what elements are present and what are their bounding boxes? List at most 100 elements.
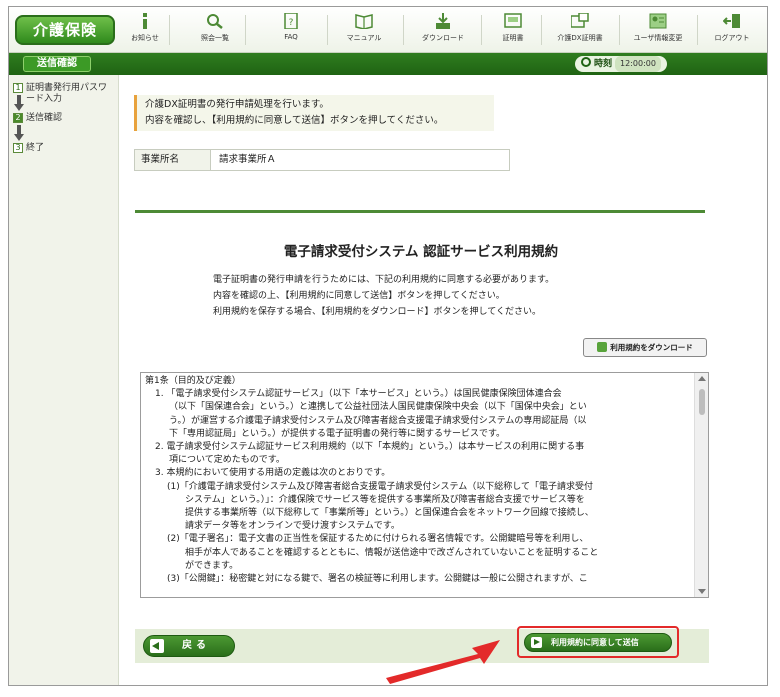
app-window: 介護保険 お知らせ 照会一覧 ? FAQ マニュアル ダウンロード 証明書 介護… (8, 6, 768, 686)
step-arrow-down-icon (14, 134, 24, 141)
terms-line: 提供する事業所等（以下総称して「事業所等」という。）と国保連合会をネットワーク回… (185, 508, 594, 519)
agree-and-submit-button[interactable]: 利用規約に同意して送信 (524, 633, 672, 652)
scroll-down-icon[interactable] (698, 589, 706, 594)
section-divider (135, 210, 705, 213)
intro-line: 利用規約を保存する場合、【利用規約をダウンロード】ボタンを押してください。 (213, 307, 541, 317)
terms-line: 請求データ等をオンラインで受け渡すシステムです。 (185, 521, 400, 532)
step-number: 3 (13, 143, 23, 153)
terms-line: ができます。 (185, 560, 239, 571)
nav-divider (403, 15, 404, 45)
nav-divider (697, 15, 698, 45)
step-2: 2 送信確認 (13, 113, 110, 124)
terms-scrollbar[interactable] (694, 373, 708, 597)
terms-line: (2)「電子署名」：電子文書の正当性を保証するために付けられる署名情報です。公開… (167, 534, 589, 545)
office-name-value: 請求事業所Ａ (219, 154, 277, 165)
manual-icon (355, 14, 373, 29)
scroll-thumb[interactable] (699, 389, 705, 415)
logout-icon (723, 14, 740, 28)
step-label: 証明書発行用パスワード入力 (26, 83, 108, 104)
terms-text: 第1条（目的及び定義） 1. 「電子請求受付システム認証サービス」（以下「本サー… (145, 375, 691, 586)
intro-line: 内容を確認の上、【利用規約に同意して送信】ボタンを押してください。 (213, 291, 505, 301)
nav-inquiry-list-button[interactable]: 照会一覧 (195, 13, 235, 49)
back-button[interactable]: 戻る (143, 635, 235, 657)
clock-icon (581, 57, 591, 67)
nav-label: 介護DX証明書 (557, 34, 603, 42)
terms-line: (3)「公開鍵」：秘密鍵と対になる鍵で、署名の検証等に利用します。公開鍵は一般に… (167, 574, 588, 585)
step-number: 1 (13, 83, 23, 93)
download-terms-label: 利用規約をダウンロード (610, 343, 693, 352)
nav-divider (245, 15, 246, 45)
step-3: 3 終了 (13, 143, 110, 154)
faq-icon: ? (284, 13, 298, 29)
app-logo[interactable]: 介護保険 (15, 15, 115, 45)
step-label: 送信確認 (26, 113, 63, 123)
certificate-icon (504, 13, 522, 28)
back-button-label: 戻る (182, 640, 210, 651)
terms-line: 第1条（目的及び定義） (145, 376, 241, 386)
time-value: 12:00:00 (615, 56, 661, 72)
page-title: 送信確認 (23, 56, 91, 72)
download-icon (436, 13, 450, 29)
scroll-up-icon[interactable] (698, 376, 706, 381)
instruction-message: 介護DX証明書の発行申請処理を行います。 内容を確認し、【利用規約に同意して送信… (134, 95, 494, 131)
nav-download-button[interactable]: ダウンロード (413, 13, 473, 49)
nav-info-button[interactable]: お知らせ (127, 13, 163, 49)
terms-line: 1. 「電子請求受付システム認証サービス」（以下「本サービス」という。）は国民健… (155, 389, 562, 400)
office-name-label: 事業所名 (135, 150, 211, 170)
nav-label: FAQ (284, 33, 298, 41)
search-icon (207, 14, 223, 29)
nav-manual-button[interactable]: マニュアル (339, 13, 389, 49)
terms-title: 電子請求受付システム 認証サービス利用規約 (283, 244, 559, 260)
nav-label: マニュアル (346, 34, 382, 42)
main-content: 介護DX証明書の発行申請処理を行います。 内容を確認し、【利用規約に同意して送信… (121, 75, 767, 685)
nav-label: ダウンロード (422, 34, 464, 42)
agree-button-label: 利用規約に同意して送信 (551, 638, 639, 647)
time-label: 時刻 (594, 59, 613, 69)
nav-label: ユーザ情報変更 (633, 34, 683, 42)
nav-logout-button[interactable]: ログアウト (703, 13, 761, 49)
info-icon (143, 13, 147, 29)
step-1: 1 証明書発行用パスワード入力 (13, 83, 110, 105)
terms-line: 相手が本人であることを確認するとともに、情報が送信途中で改ざんされていないことを… (185, 547, 599, 558)
nav-dx-certificate-button[interactable]: 介護DX証明書 (547, 13, 613, 49)
status-bar: 送信確認 時刻 12:00:00 (9, 53, 767, 75)
terms-line: 項について定めたものです。 (169, 455, 285, 466)
nav-faq-button[interactable]: ? FAQ (271, 13, 311, 49)
step-number: 2 (13, 113, 23, 123)
step-arrow-down-icon (14, 104, 24, 111)
intro-line: 電子証明書の発行申請を行うためには、下記の利用規約に同意する必要があります。 (213, 275, 555, 285)
agree-button-highlight: 利用規約に同意して送信 (517, 626, 679, 658)
terms-line: 2. 電子請求受付システム認証サービス利用規約（以下「本規約」という。）は本サー… (155, 442, 585, 453)
message-line: 介護DX証明書の発行申請処理を行います。 (145, 99, 329, 110)
nav-divider (169, 15, 170, 45)
nav-divider (327, 15, 328, 45)
nav-label: お知らせ (131, 34, 159, 42)
svg-text:?: ? (289, 18, 294, 28)
terms-textarea[interactable]: 第1条（目的及び定義） 1. 「電子請求受付システム認証サービス」（以下「本サー… (140, 372, 709, 598)
terms-line: (1)「介護電子請求受付システム及び障害者総合支援電子請求受付システム（以下総称… (167, 481, 593, 492)
terms-line: システム」という。）」：介護保険でサービス等を提供する事業所及び障害者総合支援で… (185, 494, 585, 505)
nav-user-info-button[interactable]: ユーザ情報変更 (625, 13, 691, 49)
nav-certificate-button[interactable]: 証明書 (493, 13, 533, 49)
office-name-row: 事業所名 請求事業所Ａ (134, 149, 510, 171)
callout-arrow-icon (386, 640, 500, 684)
dx-certificate-icon (571, 13, 589, 28)
nav-label: 照会一覧 (201, 34, 229, 42)
terms-line: 下「専用認証局」という。）が提供する電子証明書の発行等に関するサービスです。 (169, 428, 506, 439)
step-label: 終了 (26, 143, 45, 153)
user-info-icon (649, 13, 667, 29)
terms-line: （以下「国保連合会」という。）と連携して公益社団法人国民健康保険中央会（以下「国… (169, 402, 587, 413)
clock-display: 時刻 12:00:00 (575, 56, 667, 72)
download-terms-button[interactable]: 利用規約をダウンロード (583, 338, 707, 357)
nav-divider (619, 15, 620, 45)
top-navigation: 介護保険 お知らせ 照会一覧 ? FAQ マニュアル ダウンロード 証明書 介護… (9, 7, 767, 53)
terms-line: 3. 本規約において使用する用語の定義は次のとおりです。 (155, 468, 391, 479)
step-sidebar: 1 証明書発行用パスワード入力 2 送信確認 3 終了 (9, 75, 119, 685)
message-line: 内容を確認し、【利用規約に同意して送信】ボタンを押してください。 (145, 115, 444, 126)
nav-divider (541, 15, 542, 45)
terms-line: う。）が運営する介護電子請求受付システム及び障害者総合支援電子請求受付システムの… (169, 415, 587, 426)
terms-intro: 電子証明書の発行申請を行うためには、下記の利用規約に同意する必要があります。 内… (213, 272, 683, 320)
nav-label: ログアウト (714, 34, 750, 42)
download-icon (597, 342, 608, 352)
nav-label: 証明書 (502, 34, 524, 42)
